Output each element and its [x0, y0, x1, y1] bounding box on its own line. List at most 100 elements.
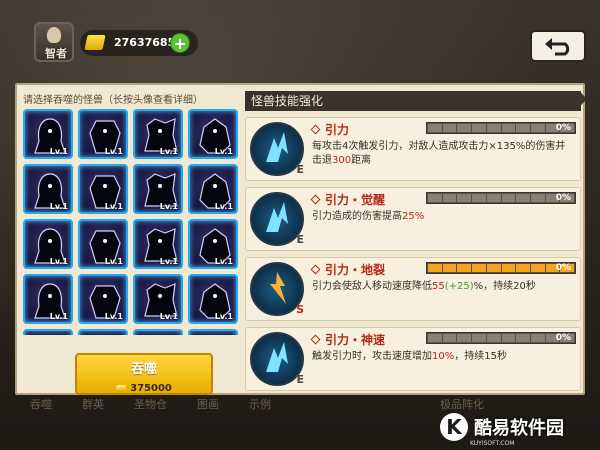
progress-segment [472, 334, 486, 342]
progress-segment [457, 124, 472, 132]
skill-name-label: 引力・觉醒 [325, 193, 386, 207]
gold-bar-icon [116, 385, 127, 392]
skill-row[interactable]: S 引力・地裂 0% 引力会使敌人移动速度降低55(+25)%，持续20秒 [245, 257, 581, 321]
monster-slot[interactable] [78, 329, 128, 335]
skill-description-part: 触发引力时，攻击速度增加 [312, 351, 432, 362]
monster-level: Lv.1 [159, 257, 178, 266]
skill-progress-bar: 0% [426, 332, 576, 344]
gravity-skill-icon: E [250, 122, 304, 176]
skill-description-part: 引力会使敌人移动速度降低 [312, 281, 432, 292]
progress-segment [486, 334, 501, 342]
progress-segment [516, 264, 530, 272]
monster-slot[interactable]: Lv.1 [23, 219, 73, 269]
monster-level: Lv.1 [49, 257, 68, 266]
monster-level: Lv.1 [104, 147, 123, 156]
bottom-tab[interactable]: 群英 [52, 396, 104, 416]
monster-level: Lv.1 [159, 147, 178, 156]
diamond-icon [310, 334, 321, 345]
skill-description-part: 10% [432, 351, 455, 362]
progress-segment [428, 194, 442, 202]
monster-slot[interactable]: Lv.1 [133, 164, 183, 214]
monster-level: Lv.1 [104, 202, 123, 211]
skills-panel-title: 怪兽技能强化 [245, 91, 581, 111]
monster-slot[interactable]: Lv.1 [23, 274, 73, 324]
progress-segment [442, 194, 457, 202]
progress-segment [442, 334, 457, 342]
monster-slot[interactable]: Lv.1 [78, 109, 128, 159]
watermark-logo: K [440, 413, 468, 441]
monster-grid: Lv.1 Lv.1 Lv.1 Lv.1 Lv.1 Lv.1 Lv.1 Lv.1 Lv.1 Lv.1… [23, 109, 239, 335]
skill-description-part: (+25) [444, 281, 474, 292]
skill-description: 每攻击4次触发引力，对敌人造成攻击力×135%的伤害并击退300距离 [312, 140, 574, 168]
monster-level: Lv.1 [214, 257, 233, 266]
monster-slot[interactable] [133, 329, 183, 335]
progress-segment [428, 334, 442, 342]
monster-slot[interactable]: Lv.1 [133, 109, 183, 159]
bulb-icon [47, 27, 61, 43]
gravity-skill-icon: E [250, 192, 304, 246]
bottom-tab[interactable]: 图画 [167, 396, 219, 416]
skill-description-part: 55 [432, 281, 445, 292]
progress-segment [516, 194, 530, 202]
monster-level: Lv.1 [159, 202, 178, 211]
monster-level: Lv.1 [49, 202, 68, 211]
lightning-icon [266, 202, 288, 232]
monster-slot[interactable]: Lv.1 [188, 219, 238, 269]
skill-progress-value: 0% [555, 123, 571, 133]
bottom-tab[interactable]: 示例 [219, 396, 271, 416]
skill-description-part: 距离 [351, 155, 372, 166]
skill-name-label: 引力・神速 [325, 333, 386, 347]
devour-button[interactable]: 吞噬 375000 [75, 353, 213, 395]
monster-level: Lv.1 [49, 147, 68, 156]
lightning-icon [266, 342, 288, 372]
progress-segment [457, 194, 472, 202]
skill-progress-bar: 0% [426, 122, 576, 134]
skill-description-part: %，持续20秒 [473, 281, 536, 292]
back-arrow-icon [545, 38, 570, 56]
progress-segment [530, 194, 545, 202]
monster-slot[interactable]: Lv.1 [23, 109, 73, 159]
monster-slot[interactable]: Lv.1 [188, 274, 238, 324]
picker-hint: 请选择吞噬的怪兽（长按头像查看详细） [23, 95, 203, 106]
monster-slot[interactable]: Lv.1 [78, 164, 128, 214]
skill-name: 引力・觉醒 [310, 191, 386, 208]
bottom-tab[interactable]: 吞噬 [0, 396, 52, 416]
progress-segment [457, 334, 472, 342]
back-button[interactable] [530, 30, 586, 62]
watermark-text: 酷易软件园 [474, 418, 564, 439]
skill-row[interactable]: E 引力 0% 每攻击4次触发引力，对敌人造成攻击力×135%的伤害并击退300距离 [245, 117, 581, 181]
monster-slot[interactable]: Lv.1 [78, 274, 128, 324]
monster-slot[interactable]: Lv.1 [188, 109, 238, 159]
skill-grade: E [296, 163, 304, 176]
skill-name-label: 引力・地裂 [325, 263, 386, 277]
skill-description-part: ，持续15秒 [454, 351, 507, 362]
skill-description-part: 300 [332, 155, 352, 166]
monster-slot[interactable]: Lv.1 [23, 164, 73, 214]
skill-progress-value: 0% [555, 263, 571, 273]
monster-picker: 请选择吞噬的怪兽（长按头像查看详细） Lv.1 Lv.1 Lv.1 Lv.1 Lv.1 L… [23, 91, 239, 395]
monster-slot[interactable] [23, 329, 73, 335]
skill-list: E 引力 0% 每攻击4次触发引力，对敌人造成攻击力×135%的伤害并击退300距离 E… [245, 117, 581, 391]
skill-row[interactable]: E 引力・觉醒 0% 引力造成的伤害提高25% [245, 187, 581, 251]
monster-slot[interactable]: Lv.1 [188, 164, 238, 214]
monster-level: Lv.1 [214, 202, 233, 211]
monster-slot[interactable]: Lv.1 [78, 219, 128, 269]
devour-cost: 375000 [116, 383, 172, 394]
skill-row[interactable]: E 引力・神速 0% 触发引力时，攻击速度增加10%，持续15秒 [245, 327, 581, 391]
devour-label: 吞噬 [130, 362, 157, 377]
monster-level: Lv.1 [104, 257, 123, 266]
monster-slot[interactable]: Lv.1 [133, 219, 183, 269]
gravity-skill-icon: S [250, 262, 304, 316]
progress-segment [530, 124, 545, 132]
monster-slot[interactable]: Lv.1 [133, 274, 183, 324]
monster-slot[interactable] [188, 329, 238, 335]
skill-name: 引力・地裂 [310, 261, 386, 278]
progress-segment [530, 264, 545, 272]
progress-segment [442, 124, 457, 132]
add-gold-button[interactable]: + [170, 33, 190, 53]
skill-description: 引力会使敌人移动速度降低55(+25)%，持续20秒 [312, 280, 574, 294]
monster-level: Lv.1 [214, 312, 233, 321]
progress-segment [428, 124, 442, 132]
bottom-tab[interactable]: 圣物仓 [104, 396, 167, 416]
skill-grade: E [296, 373, 304, 386]
